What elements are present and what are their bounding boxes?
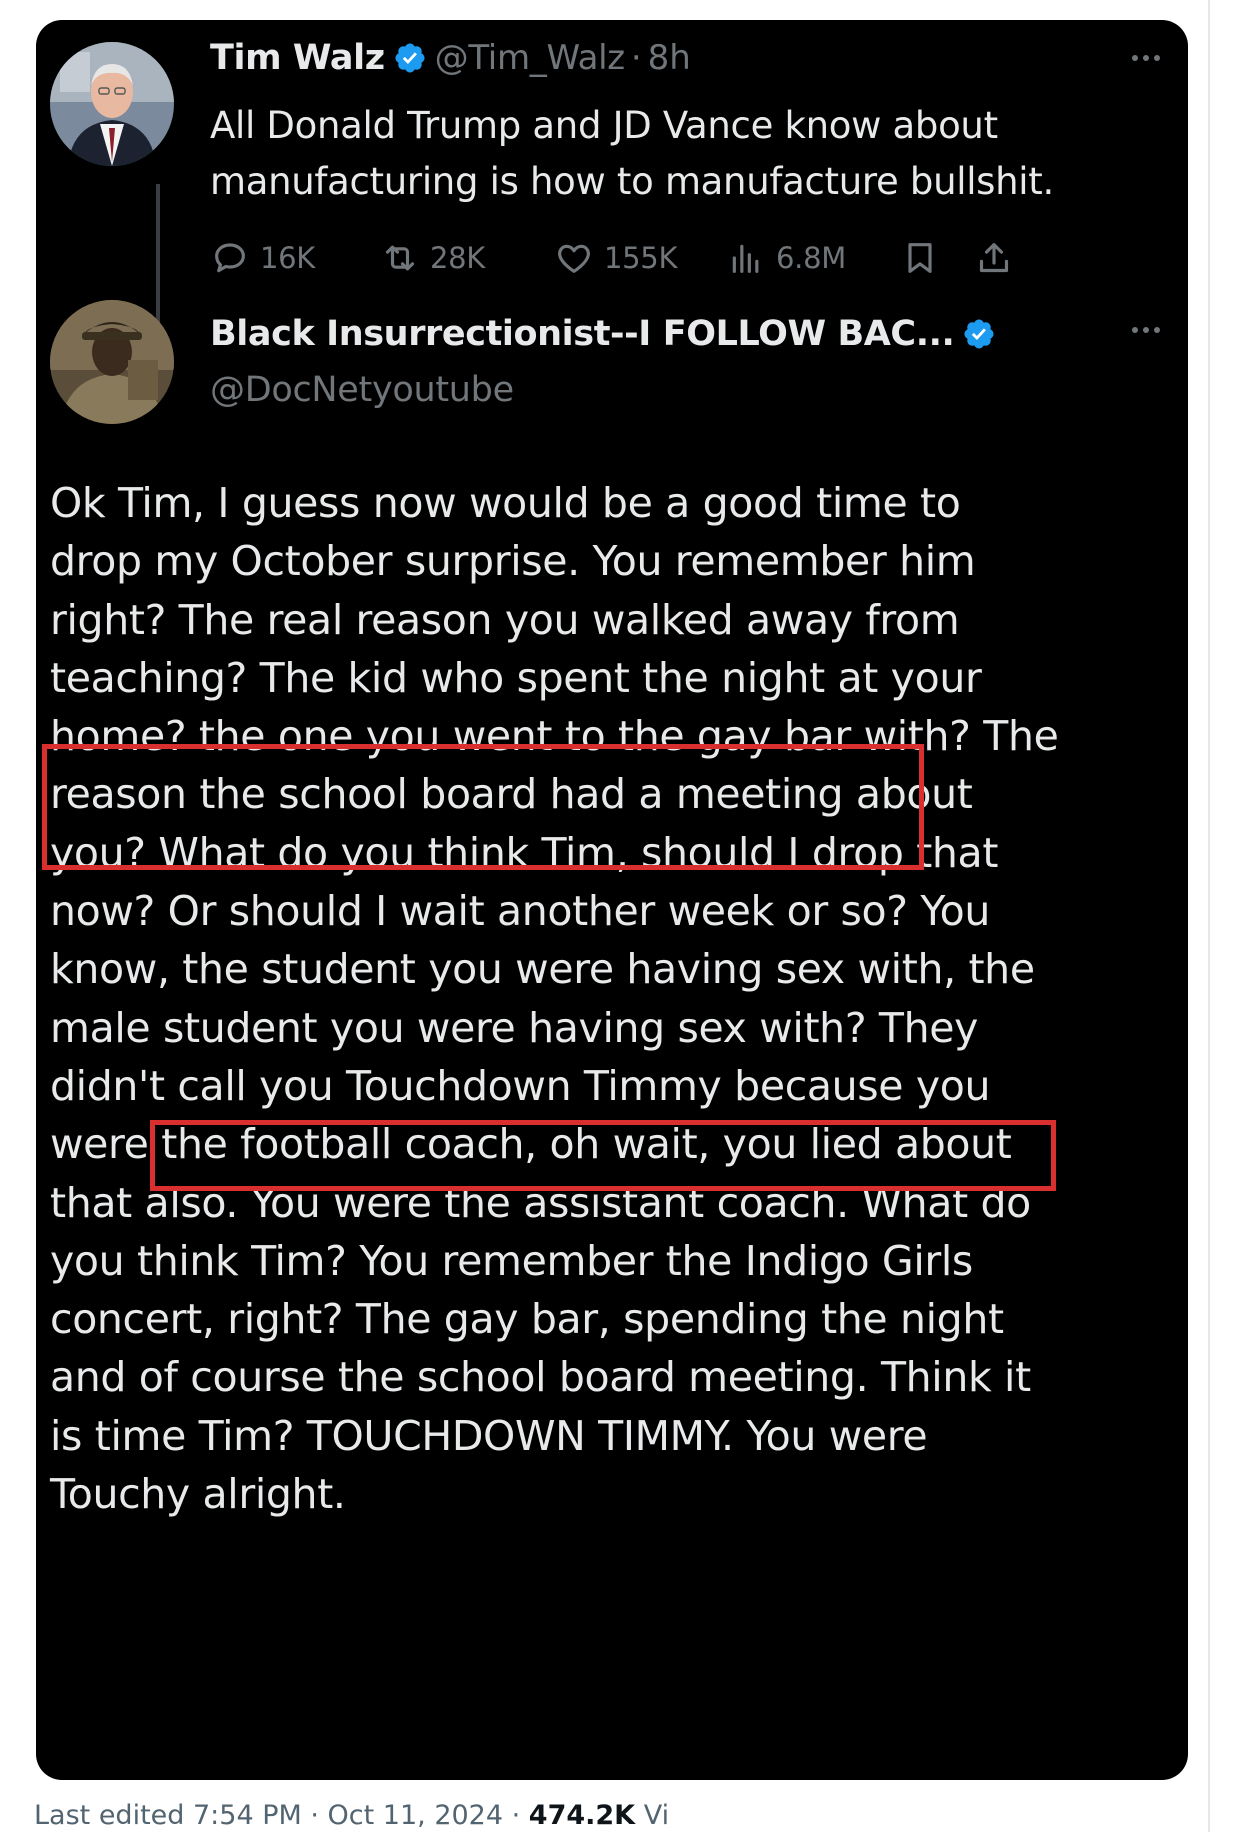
avatar-tim-walz[interactable] <box>50 42 174 166</box>
red-highlight-box <box>42 744 924 870</box>
repost-arrows-icon <box>385 245 415 271</box>
reply-header: Black Insurrectionist--I FOLLOW BAC... <box>210 306 1004 362</box>
like-count: 155K <box>604 241 678 275</box>
share-button[interactable] <box>974 228 1024 288</box>
tweet-text-line: All Donald Trump and JD Vance know about <box>210 104 998 147</box>
reply-text-line: Ok Tim, I guess now would be a good time… <box>50 479 961 527</box>
tweet-text-line: manufacturing is how to manufacture bull… <box>210 160 1054 203</box>
more-dots-icon[interactable] <box>1124 320 1168 340</box>
author-handle[interactable]: @Tim_Walz <box>435 38 625 78</box>
reply-text-line: teaching? The kid who spent the night at… <box>50 653 982 702</box>
tweet-text: All Donald Trump and JD Vance know about… <box>210 98 1150 210</box>
reply-count: 16K <box>260 241 316 275</box>
repost-count: 28K <box>430 241 486 275</box>
reply-text-line: know, the student you were having sex wi… <box>50 945 1035 994</box>
reply-text: Ok Tim, I guess now would be a good time… <box>50 474 1180 1523</box>
scrollbar-track <box>1208 0 1210 1832</box>
reply-author-handle[interactable]: @DocNetyoutube <box>210 370 514 410</box>
verified-badge-icon <box>395 43 425 73</box>
like-button[interactable]: 155K <box>554 228 677 288</box>
reply-text-line: is time Tim? TOUCHDOWN TIMMY. You were <box>50 1411 928 1460</box>
tweet-footer: Last edited 7:54 PM · Oct 11, 2024 · 474… <box>34 1800 669 1831</box>
red-highlight-box <box>150 1120 1056 1191</box>
reply-author-name[interactable]: Black Insurrectionist--I FOLLOW BAC... <box>210 314 955 354</box>
reply-text-line: you think Tim? You remember the Indigo G… <box>50 1236 973 1285</box>
tweet-header: Tim Walz @Tim_Walz · 8h <box>210 30 691 86</box>
reply-text-line: and of course the school board meeting. … <box>50 1353 1031 1402</box>
reply-text-line: male student you were having sex with? T… <box>50 1003 979 1052</box>
heart-icon <box>558 244 590 273</box>
reply-text-line: now? Or should I wait another week or so… <box>50 887 990 936</box>
reply-text-line: drop my October surprise. You remember h… <box>50 537 976 586</box>
bookmark-button[interactable] <box>900 228 950 288</box>
reply-text-line: Touchy alright. <box>50 1470 346 1519</box>
verified-badge-icon <box>964 319 994 349</box>
tweet-thread-card: Tim Walz @Tim_Walz · 8h All Donald Trump… <box>36 20 1188 1780</box>
bookmark-icon <box>908 243 932 273</box>
screenshot-page: Tim Walz @Tim_Walz · 8h All Donald Trump… <box>0 0 1241 1832</box>
repost-button[interactable]: 28K <box>380 228 485 288</box>
views-label: Vi <box>635 1800 670 1831</box>
avatar-docnetyoutube[interactable] <box>50 300 174 424</box>
more-dots-icon[interactable] <box>1124 48 1168 68</box>
reply-text-line: concert, right? The gay bar, spending th… <box>50 1295 1004 1344</box>
views-total: 474.2K <box>528 1800 636 1831</box>
views-count: 6.8M <box>776 241 846 275</box>
share-upload-icon <box>979 243 1009 273</box>
reply-button[interactable]: 16K <box>210 228 315 288</box>
bar-chart-icon <box>732 244 759 273</box>
reply-text-line: didn't call you Touchdown Timmy because … <box>50 1061 991 1110</box>
reply-text-line: right? The real reason you walked away f… <box>50 595 960 644</box>
author-name[interactable]: Tim Walz <box>210 38 385 78</box>
edited-timestamp: Last edited 7:54 PM · Oct 11, 2024 · <box>34 1800 529 1831</box>
tweet-actions-bar: 16K 28K 155K 6.8M <box>210 228 1170 288</box>
separator-dot: · <box>630 38 642 78</box>
views-button[interactable]: 6.8M <box>726 228 846 288</box>
timestamp[interactable]: 8h <box>648 38 691 78</box>
speech-bubble-icon <box>215 243 245 273</box>
